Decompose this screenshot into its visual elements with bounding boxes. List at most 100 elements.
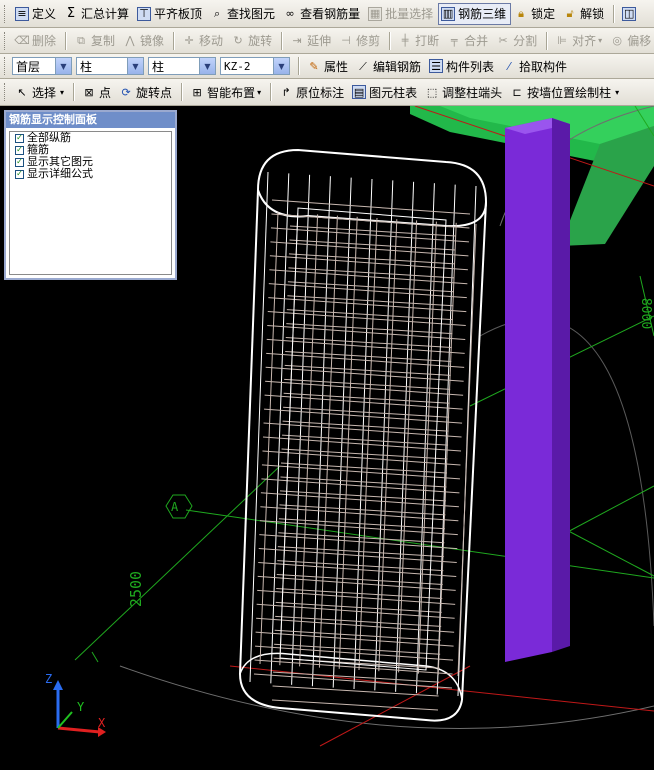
panel-title: 钢筋显示控制面板 [6, 112, 175, 128]
mirror-button[interactable]: ⋀ 镜像 [120, 30, 169, 52]
toolbar-grip[interactable] [4, 83, 8, 101]
batch-select-icon: ▦ [368, 6, 383, 21]
extend-button[interactable]: ⇥ 延伸 [287, 30, 336, 52]
category-select[interactable]: 柱 ▼ [76, 57, 144, 75]
glasses-icon: ∞ [285, 7, 295, 20]
chevron-down-icon[interactable]: ▼ [273, 58, 289, 74]
option-show-detailed-formula[interactable]: ✓ 显示详细公式 [10, 168, 171, 180]
batch-select-button[interactable]: ▦ 批量选择 [365, 3, 438, 25]
view-rebar-qty-button[interactable]: ∞ 查看钢筋量 [280, 3, 365, 25]
toolbar-grip[interactable] [4, 4, 8, 23]
in-situ-annotation-button[interactable]: ↱ 原位标注 [276, 81, 349, 103]
purple-column-side [552, 118, 570, 652]
offset-icon: ◎ [612, 34, 622, 47]
split-icon: ✂ [498, 34, 508, 47]
grid-line [559, 485, 654, 537]
draw-by-wall-button[interactable]: ⊏ 按墙位置绘制柱 ▾ [507, 81, 624, 103]
cube-icon: ◫ [622, 6, 637, 21]
cursor-icon: ↖ [17, 85, 27, 99]
properties-button[interactable]: ✎ 属性 [304, 55, 353, 77]
align-icon: ⊫ [557, 34, 567, 47]
move-icon: ✛ [184, 34, 194, 47]
sigma-icon: Σ [66, 6, 76, 21]
adjust-column-icon: ⬚ [426, 85, 438, 99]
chevron-down-icon[interactable]: ▼ [199, 58, 215, 74]
toolbar-separator [546, 31, 549, 50]
point-button[interactable]: ⊠ 点 [79, 81, 116, 103]
main-toolbar: ≡ 定义 Σ 汇总计算 ⊤ 平齐板顶 ⌕ 查找图元 ∞ 查看钢筋量 ▦ 批量选择 ▥ 钢筋三维… [0, 0, 654, 28]
delete-icon: ⌫ [14, 34, 30, 47]
smart-layout-button[interactable]: ⊞ 智能布置 ▾ [187, 81, 266, 103]
element-column-table-button[interactable]: ▤ 图元柱表 [349, 81, 422, 103]
merge-button[interactable]: ╤ 合并 [444, 30, 493, 52]
toolbar-separator [181, 83, 184, 101]
break-icon: ╪ [401, 34, 409, 47]
merge-icon: ╤ [450, 34, 458, 47]
annotation-icon: ↱ [281, 85, 291, 99]
define-icon: ≡ [15, 6, 29, 21]
axis-line-red [229, 665, 654, 712]
dimension-right: 8000 [638, 297, 654, 330]
longitudinal-rebar [249, 171, 269, 683]
component-list-button[interactable]: ☰ 构件列表 [426, 55, 499, 77]
select-button[interactable]: ↖ 选择 ▾ [12, 81, 69, 103]
summary-calc-button[interactable]: Σ 汇总计算 [61, 3, 134, 25]
component-select[interactable]: KZ-2 ▼ [220, 57, 290, 75]
flush-board-button[interactable]: ⊤ 平齐板顶 [134, 3, 207, 25]
toolbar-separator [298, 57, 300, 75]
axis-label-x: X [98, 716, 106, 730]
chevron-down-icon[interactable]: ▼ [55, 58, 71, 74]
table-icon: ▤ [352, 85, 367, 99]
unlock-icon: 🔓︎ [566, 7, 574, 20]
pick-component-button[interactable]: ⁄ 拾取构件 [499, 55, 572, 77]
rotate-button[interactable]: ↻ 旋转 [228, 30, 277, 52]
delete-button[interactable]: ⌫ 删除 [12, 30, 61, 52]
unlock-button[interactable]: 🔓︎ 解锁 [560, 3, 609, 25]
edit-rebar-button[interactable]: ⟋ 编辑钢筋 [353, 55, 426, 77]
z-axis-arrowhead [53, 680, 63, 690]
chevron-down-icon[interactable]: ▼ [127, 58, 143, 74]
toolbar-grip[interactable] [4, 31, 8, 50]
offset-button[interactable]: ◎ 偏移 [607, 30, 654, 52]
cube-view-button[interactable]: ◫ [619, 3, 644, 25]
rotate-icon: ↻ [233, 34, 243, 47]
split-button[interactable]: ✂ 分割 [493, 30, 542, 52]
smart-layout-icon: ⊞ [192, 85, 202, 99]
copy-button[interactable]: ⧉ 复制 [71, 30, 120, 52]
lock-button[interactable]: 🔒︎ 锁定 [511, 3, 560, 25]
rotate-point-button[interactable]: ⟳ 旋转点 [116, 81, 177, 103]
trim-icon: ⊣ [341, 34, 351, 47]
mirror-icon: ⋀ [125, 34, 135, 47]
checkbox[interactable]: ✓ [15, 169, 24, 179]
toolbar-separator [281, 31, 284, 50]
lock-icon: 🔒︎ [518, 7, 525, 20]
toolbar-separator [173, 31, 176, 50]
point-icon: ⊠ [84, 85, 94, 99]
rebar-3d-icon: ▥ [441, 6, 456, 21]
align-button[interactable]: ⊫ 对齐 ▾ [552, 30, 607, 52]
checkbox[interactable]: ✓ [15, 145, 24, 155]
chevron-down-icon: ▾ [257, 87, 262, 97]
checkbox[interactable]: ✓ [15, 157, 24, 167]
trim-button[interactable]: ⊣ 修剪 [336, 30, 385, 52]
y-axis-arrow [57, 711, 73, 729]
adjust-column-end-button[interactable]: ⬚ 调整柱端头 [422, 81, 507, 103]
chevron-down-icon: ▾ [615, 87, 620, 97]
toolbar-separator [613, 4, 616, 23]
axis-label-y: Y [77, 700, 85, 714]
move-button[interactable]: ✛ 移动 [179, 30, 228, 52]
edit-toolbar: ⌫ 删除 ⧉ 复制 ⋀ 镜像 ✛ 移动 ↻ 旋转 ⇥ 延伸 ⊣ 修剪 ╪ 打断 ╤ 合并 ✂ 分割 … [0, 28, 654, 54]
type-select[interactable]: 柱 ▼ [148, 57, 216, 75]
floor-select[interactable]: 首层 ▼ [12, 57, 72, 75]
panel-options-list: ✓ 全部纵筋 ✓ 箍筋 ✓ 显示其它图元 ✓ 显示详细公式 [9, 131, 172, 275]
column-top-edge [257, 148, 487, 203]
find-element-button[interactable]: ⌕ 查找图元 [207, 3, 280, 25]
break-button[interactable]: ╪ 打断 [395, 30, 444, 52]
rotate-point-icon: ⟳ [121, 85, 131, 99]
grid-axis-marker [165, 494, 193, 519]
toolbar-grip[interactable] [4, 57, 8, 75]
binoculars-icon: ⌕ [213, 7, 221, 20]
define-button[interactable]: ≡ 定义 [12, 3, 61, 25]
checkbox[interactable]: ✓ [15, 133, 24, 143]
rebar-3d-button[interactable]: ▥ 钢筋三维 [438, 2, 512, 25]
